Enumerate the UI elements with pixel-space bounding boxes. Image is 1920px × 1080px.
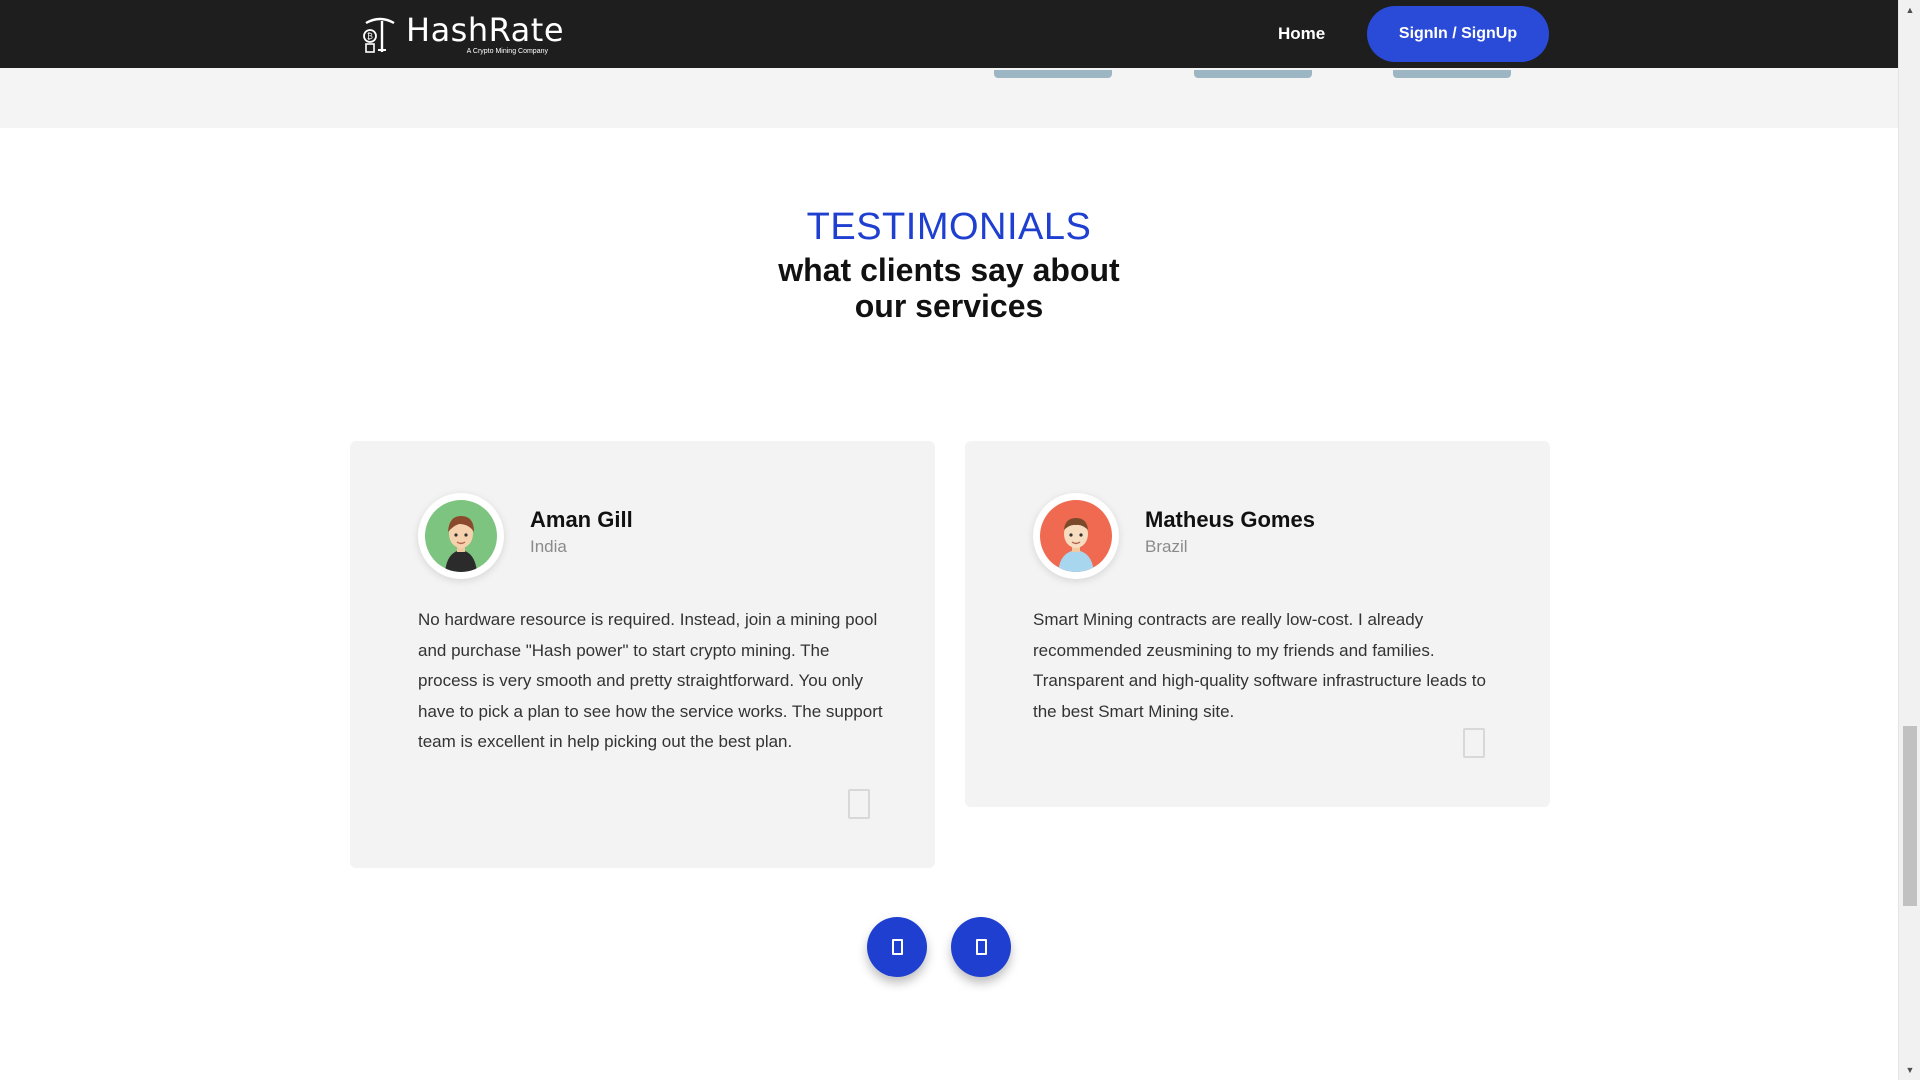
client-country: Brazil (1145, 537, 1188, 556)
avatar (418, 493, 504, 579)
previous-section-bottom (0, 68, 1898, 128)
svg-text:₿: ₿ (367, 32, 373, 41)
client-name: Matheus Gomes (1145, 507, 1315, 532)
nav-home-link[interactable]: Home (1278, 24, 1325, 44)
scroll-up-icon[interactable]: ▲ (1899, 0, 1920, 20)
signin-signup-button[interactable]: SignIn / SignUp (1367, 6, 1549, 62)
quote-icon (848, 789, 870, 819)
brand-name: HashRate (406, 10, 564, 49)
testimonial-card: Aman Gill India No hardware resource is … (350, 441, 935, 868)
testimonial-text: Smart Mining contracts are really low-co… (1033, 610, 1486, 721)
avatar-man-icon (1040, 500, 1112, 572)
top-navbar: ₿ HashRate A Crypto Mining Company Home … (0, 0, 1898, 68)
brand-logo[interactable]: ₿ HashRate A Crypto Mining Company (360, 10, 564, 55)
testimonials-kicker: TESTIMONIALS (806, 206, 1092, 248)
avatar-woman-icon (425, 500, 497, 572)
previous-card-edge (994, 70, 1112, 78)
avatar (1033, 493, 1119, 579)
testimonials-title: what clients say about our services (0, 252, 1898, 324)
title-line-2: our services (854, 288, 1044, 324)
prev-arrow-icon (891, 939, 903, 955)
client-country: India (530, 537, 567, 556)
page-scrollbar[interactable]: ▲ ▼ (1898, 0, 1920, 1080)
previous-card-edge (1393, 70, 1511, 78)
client-name: Aman Gill (530, 507, 633, 532)
testimonial-text: No hardware resource is required. Instea… (418, 610, 883, 751)
scroll-thumb[interactable] (1903, 726, 1917, 906)
title-line-1: what clients say about (778, 252, 1120, 288)
pickaxe-bitcoin-icon: ₿ (360, 14, 400, 54)
testimonial-card: Matheus Gomes Brazil Smart Mining contra… (965, 441, 1550, 807)
next-arrow-icon (975, 939, 987, 955)
carousel-next-button[interactable] (951, 917, 1011, 977)
quote-icon (1463, 728, 1485, 758)
brand-tagline: A Crypto Mining Company (466, 47, 548, 55)
carousel-prev-button[interactable] (867, 917, 927, 977)
previous-card-edge (1194, 70, 1312, 78)
scroll-down-icon[interactable]: ▼ (1899, 1060, 1920, 1080)
